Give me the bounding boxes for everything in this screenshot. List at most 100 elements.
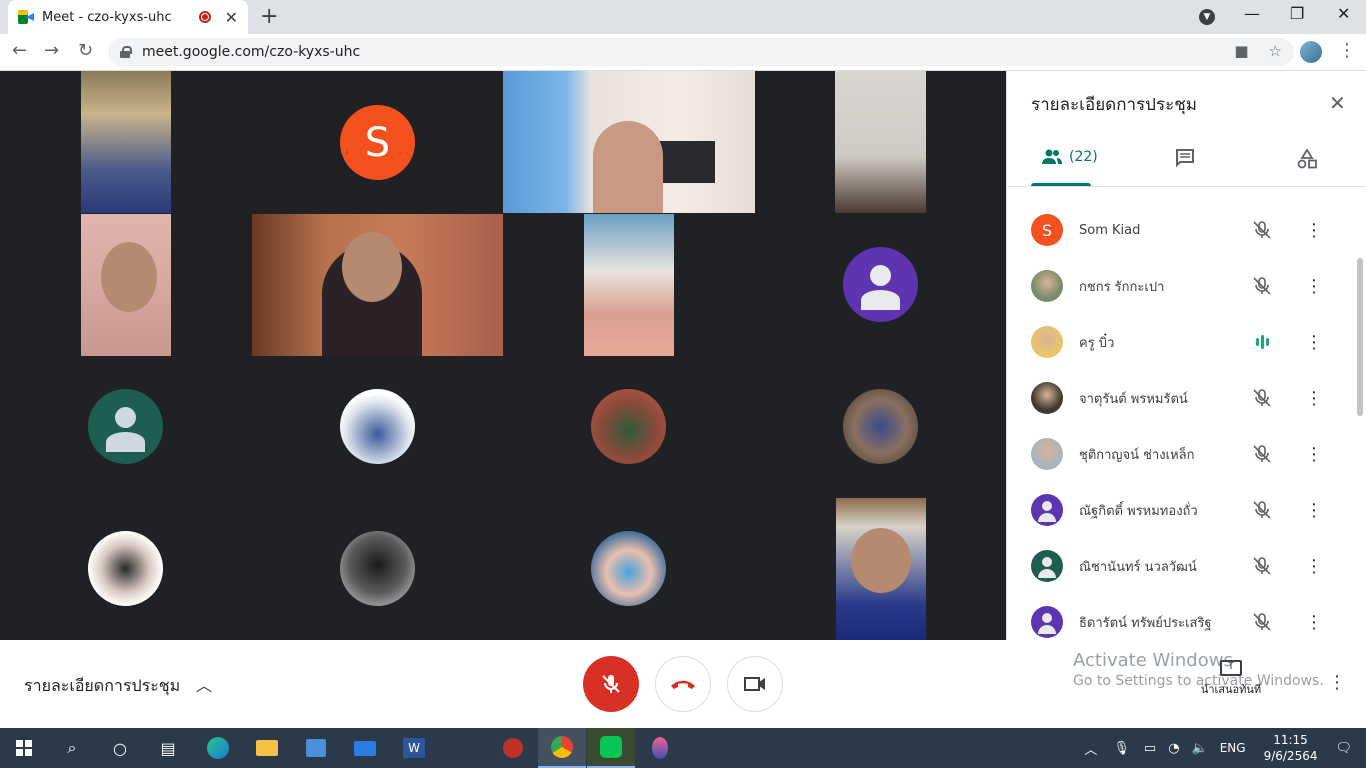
tab-activities[interactable] [1297, 149, 1317, 169]
paint-icon[interactable] [636, 728, 684, 768]
participant-more-icon[interactable]: ⋮ [1305, 220, 1323, 241]
participant-avatar [1031, 382, 1063, 414]
participant-row[interactable]: ครู บิ๋ว ⋮ [1007, 314, 1357, 370]
participant-row[interactable]: กชกร รักกะเปา ⋮ [1007, 258, 1357, 314]
participant-row[interactable]: S Som Kiad ⋮ [1007, 202, 1357, 258]
participant-row[interactable]: จาตุรันต์ พรหมรัตน์ ⋮ [1007, 370, 1357, 426]
participant-more-icon[interactable]: ⋮ [1305, 556, 1323, 577]
participant-row[interactable]: ณิชานันทร์ นวลวัฒน์ ⋮ [1007, 538, 1357, 594]
browser-tab-meet[interactable]: Meet - czo-kyxs-uhc ✕ [8, 0, 248, 34]
active-tab-indicator [1031, 183, 1091, 186]
chrome-taskbar-icon[interactable] [538, 728, 586, 768]
activities-icon [1297, 149, 1317, 169]
participant-name: ครู บิ๋ว [1079, 335, 1115, 351]
cortana-icon[interactable]: ○ [96, 728, 144, 768]
participant-video[interactable] [81, 71, 171, 213]
line-icon[interactable] [587, 728, 635, 768]
participant-video[interactable] [835, 71, 926, 213]
windows-logo-icon [16, 740, 32, 756]
participant-video[interactable] [252, 214, 503, 356]
volume-icon[interactable]: 🔈 [1192, 741, 1208, 756]
participant-video[interactable] [836, 498, 926, 640]
participant-more-icon[interactable]: ⋮ [1305, 500, 1323, 521]
app-icon[interactable] [489, 728, 537, 768]
mic-off-icon [602, 675, 620, 693]
minimize-button[interactable]: — [1244, 4, 1260, 23]
mic-muted-icon [1251, 555, 1273, 577]
participant-more-icon[interactable]: ⋮ [1305, 388, 1323, 409]
participant-name: ธิดารัตน์ ทรัพย์ประเสริฐ [1079, 615, 1212, 631]
mail-icon[interactable] [341, 728, 389, 768]
participant-avatar [88, 531, 163, 606]
recording-indicator-icon [198, 11, 211, 23]
participant-figure [593, 121, 663, 213]
participant-avatar [1031, 606, 1063, 638]
participant-video[interactable] [584, 214, 674, 356]
mic-toggle-button[interactable] [583, 656, 639, 712]
camera-toggle-button[interactable] [727, 656, 783, 712]
lock-icon[interactable] [120, 46, 132, 58]
task-view-icon[interactable]: ▤ [144, 728, 192, 768]
participant-figure [101, 242, 157, 312]
participant-name: ณิชานันทร์ นวลวัฒน์ [1079, 559, 1197, 575]
chrome-menu-icon[interactable]: ⋮ [1338, 40, 1356, 61]
participant-video[interactable] [81, 214, 171, 356]
back-button[interactable]: ← [12, 40, 27, 61]
participant-more-icon[interactable]: ⋮ [1305, 444, 1323, 465]
participant-more-icon[interactable]: ⋮ [1305, 276, 1323, 297]
reload-button[interactable]: ↻ [78, 40, 93, 61]
url-text[interactable]: meet.google.com/czo-kyxs-uhc [142, 44, 360, 60]
bookmark-star-icon[interactable]: ☆ [1269, 42, 1282, 60]
participant-video[interactable] [503, 71, 755, 213]
more-options-icon[interactable]: ⋮ [1328, 672, 1346, 693]
edge-icon[interactable] [194, 728, 242, 768]
present-now-button[interactable]: นำเสนอทันที [1196, 658, 1266, 698]
panel-scrollbar[interactable] [1357, 258, 1363, 416]
start-button[interactable] [0, 728, 48, 768]
participant-more-icon[interactable]: ⋮ [1305, 332, 1323, 353]
tab-people[interactable]: (22) [1041, 149, 1098, 165]
chevron-up-icon[interactable]: ︿ [196, 672, 212, 696]
participant-avatar: S [340, 105, 415, 180]
clock[interactable]: 11:15 9/6/2564 [1264, 732, 1318, 764]
forward-button[interactable]: → [44, 40, 59, 61]
browser-toolbar: ← → ↻ meet.google.com/czo-kyxs-uhc ■ ☆ ⋮ [0, 34, 1366, 71]
meeting-details-button[interactable]: รายละเอียดการประชุม [24, 674, 180, 699]
leave-call-button[interactable] [655, 656, 711, 712]
system-tray: ︿ 🎙 ▭ ◔ 🔈 ENG 11:15 9/6/2564 🗨 [1076, 728, 1366, 768]
show-hidden-icons-icon[interactable]: ︿ [1084, 739, 1097, 758]
store-icon[interactable] [292, 728, 340, 768]
notifications-icon[interactable]: 🗨 [1335, 741, 1352, 756]
microphone-icon[interactable]: 🎙 [1113, 741, 1130, 756]
participant-more-icon[interactable]: ⋮ [1305, 612, 1323, 633]
meet-favicon-icon [18, 10, 34, 24]
profile-avatar[interactable] [1300, 41, 1322, 63]
wifi-icon[interactable]: ◔ [1168, 741, 1179, 756]
language-indicator[interactable]: ENG [1220, 741, 1246, 755]
battery-icon[interactable]: ▭ [1144, 741, 1156, 756]
restore-button[interactable]: ❐ [1290, 4, 1304, 23]
present-now-label: นำเสนอทันที [1200, 683, 1262, 696]
address-bar[interactable]: meet.google.com/czo-kyxs-uhc ■ ☆ [108, 38, 1294, 66]
tab-search-icon[interactable]: ▼ [1199, 9, 1215, 25]
new-tab-button[interactable]: + [260, 4, 278, 29]
tab-close-icon[interactable]: ✕ [225, 8, 238, 27]
panel-close-button[interactable]: ✕ [1329, 91, 1346, 115]
participant-row[interactable]: ธิดารัตน์ ทรัพย์ประเสริฐ ⋮ [1007, 594, 1357, 640]
participant-name: ชุติกาญจน์ ช่างเหล็ก [1079, 447, 1195, 463]
mic-muted-icon [1251, 443, 1273, 465]
participant-row[interactable]: ณัฐกิตติ์ พรหมทองถั่ว ⋮ [1007, 482, 1357, 538]
panel-title: รายละเอียดการประชุม [1031, 95, 1197, 115]
search-icon[interactable]: ⌕ [48, 728, 96, 768]
camera-icon [744, 677, 765, 691]
speaking-indicator-icon [1251, 331, 1273, 353]
participant-avatar [1031, 326, 1063, 358]
camera-in-use-icon[interactable]: ■ [1234, 42, 1248, 60]
participant-row[interactable]: ชุติกาญจน์ ช่างเหล็ก ⋮ [1007, 426, 1357, 482]
word-icon[interactable]: W [390, 728, 438, 768]
mic-muted-icon [1251, 219, 1273, 241]
tab-chat[interactable] [1175, 149, 1195, 167]
file-explorer-icon[interactable] [243, 728, 291, 768]
participant-avatar [88, 389, 163, 464]
window-close-button[interactable]: ✕ [1337, 4, 1350, 23]
